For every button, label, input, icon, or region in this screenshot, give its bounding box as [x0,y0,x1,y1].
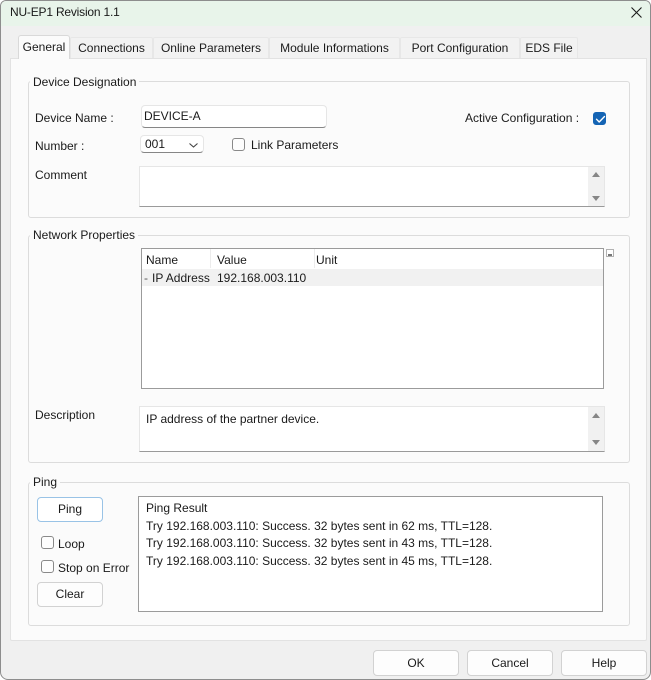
tab-general[interactable]: General [18,35,70,59]
number-value: 001 [145,137,165,151]
loop-label: Loop [58,537,85,551]
ping-button[interactable]: Ping [37,497,103,522]
table-row-ip-address[interactable]: - IP Address 192.168.003.110 [142,269,603,286]
checkmark-icon [595,115,606,124]
number-label: Number : [35,139,84,153]
help-button[interactable]: Help [561,650,647,676]
description-box[interactable]: IP address of the partner device. [139,406,605,452]
group-label-device-designation: Device Designation [30,75,139,89]
scroll-up-icon[interactable] [592,172,600,177]
ping-result-line: Try 192.168.003.110: Success. 32 bytes s… [146,535,602,553]
ok-button[interactable]: OK [373,650,459,676]
comment-label: Comment [35,168,87,182]
device-name-input[interactable]: DEVICE-A [141,105,327,128]
titlebar: NU-EP1 Revision 1.1 [1,1,650,26]
link-parameters-checkbox[interactable] [232,138,245,151]
network-properties-table[interactable]: Name Value Unit - IP Address 192.168.003… [141,248,604,389]
tab-module-informations[interactable]: Module Informations [269,37,400,59]
description-scrollbar[interactable] [588,407,604,451]
window-title: NU-EP1 Revision 1.1 [10,5,120,19]
chevron-down-icon [189,143,198,148]
tab-connections[interactable]: Connections [70,37,153,59]
device-name-value: DEVICE-A [144,109,201,123]
cancel-button[interactable]: Cancel [467,650,553,676]
tab-eds-file[interactable]: EDS File [520,37,578,59]
stop-on-error-checkbox[interactable] [41,560,54,573]
number-combobox[interactable]: 001 [140,135,204,153]
close-icon[interactable] [631,7,642,18]
row-expander-icon[interactable]: - [144,271,148,285]
ping-result-line: Try 192.168.003.110: Success. 32 bytes s… [146,553,602,571]
stop-on-error-label: Stop on Error [58,561,129,575]
link-parameters-label: Link Parameters [251,138,338,152]
comment-textarea[interactable] [139,166,605,207]
tab-port-configuration[interactable]: Port Configuration [400,37,520,59]
group-label-network-properties: Network Properties [30,228,138,242]
active-configuration-label: Active Configuration : [465,111,579,125]
device-name-label: Device Name : [35,111,114,125]
clear-button[interactable]: Clear [37,582,103,607]
scroll-down-icon[interactable] [592,440,600,445]
column-separator[interactable] [314,249,315,268]
active-configuration-checkbox[interactable] [593,112,606,125]
scroll-up-icon[interactable] [592,413,600,418]
ping-result-box[interactable]: Ping Result Try 192.168.003.110: Success… [138,496,603,612]
description-value: IP address of the partner device. [146,412,319,426]
column-header-unit[interactable]: Unit [316,253,337,267]
row-value: 192.168.003.110 [217,271,306,285]
table-corner-button[interactable] [606,249,614,257]
comment-scrollbar[interactable] [588,167,604,206]
loop-checkbox[interactable] [41,536,54,549]
row-name: IP Address [152,271,210,285]
column-header-name[interactable]: Name [146,253,178,267]
column-separator[interactable] [210,249,211,268]
group-label-ping: Ping [30,475,60,489]
dialog-window: NU-EP1 Revision 1.1 General Connections … [0,0,651,680]
ping-result-line: Try 192.168.003.110: Success. 32 bytes s… [146,518,602,536]
description-label: Description [35,408,95,422]
tab-online-parameters[interactable]: Online Parameters [153,37,269,59]
column-header-value[interactable]: Value [217,253,247,267]
scroll-down-icon[interactable] [592,196,600,201]
ping-result-line: Ping Result [146,500,602,518]
